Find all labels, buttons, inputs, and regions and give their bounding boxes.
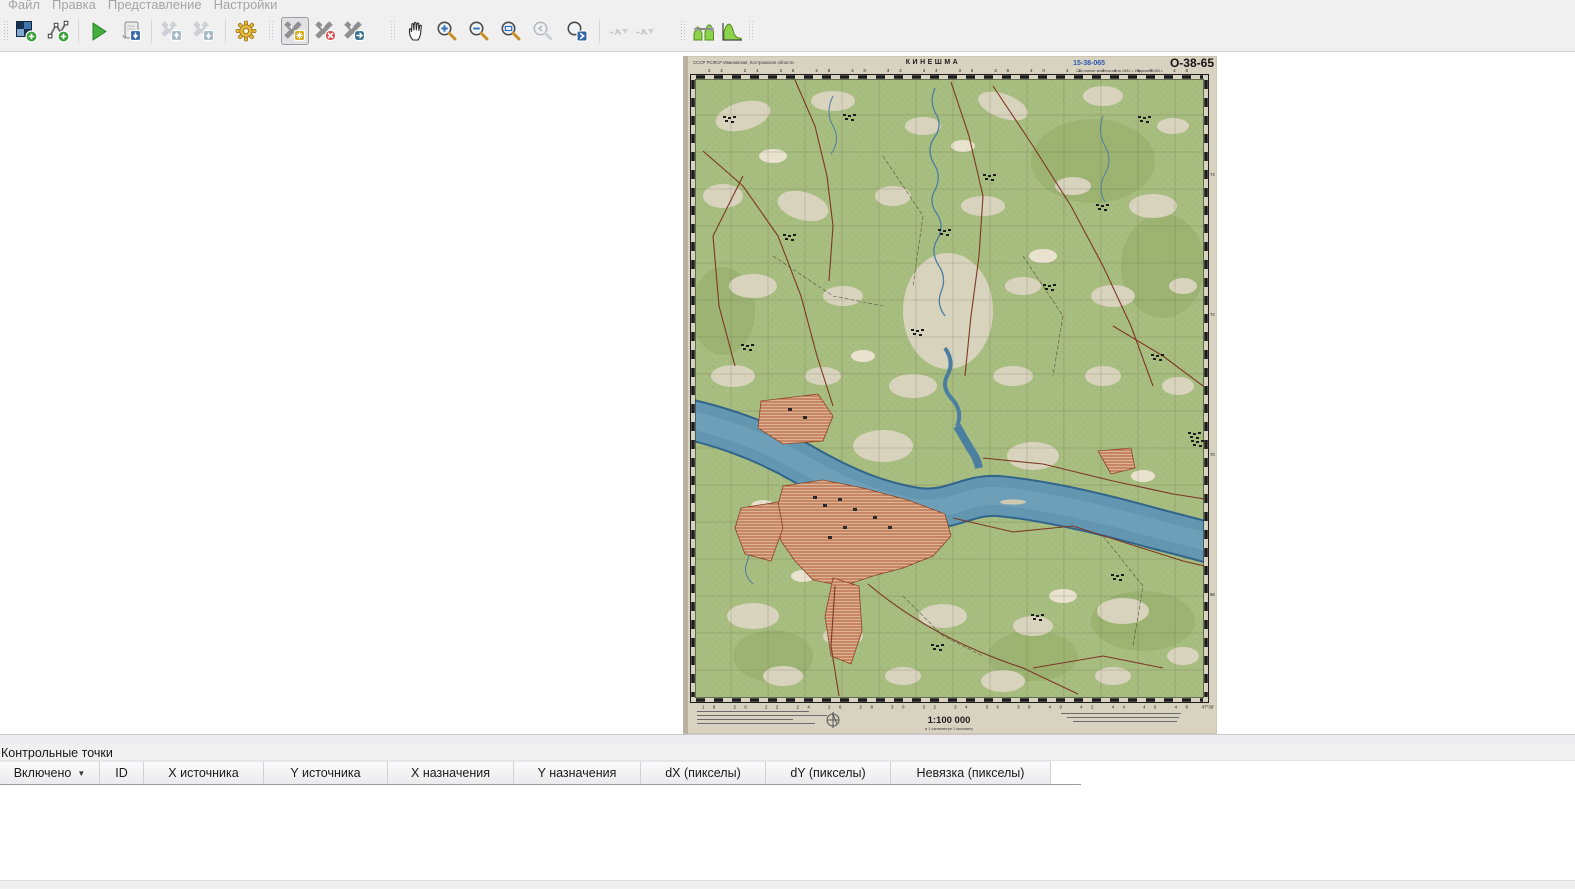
svg-text:72: 72 bbox=[1210, 312, 1215, 317]
link-georeferencer-to-qgis-button[interactable] bbox=[605, 17, 633, 45]
zoom-to-layer-icon bbox=[501, 21, 521, 41]
toolbar-grip[interactable] bbox=[268, 20, 274, 42]
column-header-id[interactable]: ID bbox=[100, 761, 144, 784]
gcp-table-header: Включено ▼ ID X источника Y источника X … bbox=[0, 761, 1575, 786]
map-canvas[interactable]: СССР РСФСР Ивановская, Костромская облас… bbox=[0, 52, 1575, 735]
toolbar-grip[interactable] bbox=[390, 20, 396, 42]
zoom-next-button[interactable] bbox=[563, 17, 591, 45]
column-header-enabled[interactable]: Включено ▼ bbox=[0, 761, 100, 784]
menu-edit[interactable]: Правка bbox=[46, 0, 102, 13]
filter-dropdown-icon[interactable]: ▼ bbox=[77, 769, 85, 778]
corner-label: 47°30' bbox=[1202, 705, 1215, 710]
pan-hand-icon bbox=[408, 21, 422, 41]
menu-file[interactable]: Файл bbox=[0, 0, 46, 13]
toolbar-separator bbox=[599, 19, 600, 43]
map-sheet-code: О-38-65 bbox=[1170, 56, 1214, 70]
add-point-icon bbox=[284, 21, 306, 42]
histogram-stretch-local-icon bbox=[693, 24, 715, 41]
canvas-dock-splitter[interactable] bbox=[0, 735, 1575, 743]
zoom-in-icon bbox=[437, 21, 457, 41]
zoom-to-layer-button[interactable] bbox=[497, 17, 525, 45]
map-scale-note: в 1 сантиметре 1 километр bbox=[925, 727, 973, 731]
toolbar-separator bbox=[225, 19, 226, 43]
column-header-dst-x[interactable]: X назначения bbox=[388, 761, 514, 784]
gdal-script-button[interactable] bbox=[117, 17, 145, 45]
pan-button[interactable] bbox=[403, 17, 431, 45]
start-georeferencing-icon bbox=[92, 22, 107, 41]
column-header-residual[interactable]: Невязка (пикселы) bbox=[891, 761, 1051, 784]
toolbar-grip[interactable] bbox=[680, 20, 686, 42]
column-header-dy[interactable]: dY (пикселы) bbox=[766, 761, 891, 784]
gcp-panel-title: Контрольные точки bbox=[0, 743, 1575, 761]
link-qgis-to-georeferencer-icon bbox=[636, 28, 654, 36]
start-georeferencing-button[interactable] bbox=[84, 17, 112, 45]
zoom-next-icon bbox=[567, 21, 588, 42]
map-header-left: СССР РСФСР Ивановская, Костромская облас… bbox=[693, 60, 794, 65]
histogram-stretch-full-icon bbox=[722, 23, 742, 41]
toolbar-separator bbox=[151, 19, 152, 43]
zoom-last-button[interactable] bbox=[529, 17, 557, 45]
column-header-src-x[interactable]: X источника bbox=[144, 761, 264, 784]
menu-bar: Файл Правка Представление Настройки bbox=[0, 0, 1575, 13]
status-bar bbox=[0, 880, 1575, 889]
svg-text:74: 74 bbox=[1210, 172, 1215, 177]
svg-text:70: 70 bbox=[1210, 452, 1215, 457]
link-georeferencer-to-qgis-icon bbox=[610, 28, 628, 36]
histogram-stretch-local-button[interactable] bbox=[691, 17, 719, 45]
raster-map-image[interactable]: СССР РСФСР Ивановская, Костромская облас… bbox=[683, 56, 1217, 734]
toolbar-grip[interactable] bbox=[748, 20, 754, 42]
open-vector-button[interactable] bbox=[44, 17, 72, 45]
toolbar-separator bbox=[78, 19, 79, 43]
zoom-out-button[interactable] bbox=[465, 17, 493, 45]
svg-text:68: 68 bbox=[1210, 592, 1215, 597]
load-gcp-points-icon bbox=[161, 21, 183, 42]
map-scale: 1:100 000 bbox=[928, 715, 971, 726]
delete-point-icon bbox=[315, 21, 337, 42]
toolbar bbox=[0, 13, 1575, 52]
toolbar-grip[interactable] bbox=[3, 20, 9, 42]
save-gcp-points-icon bbox=[193, 21, 215, 42]
gdal-script-icon bbox=[122, 21, 142, 42]
save-gcp-points-button[interactable] bbox=[190, 17, 218, 45]
link-qgis-to-georeferencer-button[interactable] bbox=[631, 17, 659, 45]
add-point-button[interactable] bbox=[281, 17, 309, 45]
zoom-in-button[interactable] bbox=[433, 17, 461, 45]
map-title: КИНЕШМА bbox=[906, 59, 960, 66]
transformation-settings-button[interactable] bbox=[232, 17, 260, 45]
georeferencer-window: Файл Правка Представление Настройки СССР… bbox=[0, 0, 1575, 889]
topo-map-kineshma: СССР РСФСР Ивановская, Костромская облас… bbox=[683, 56, 1217, 734]
open-raster-button[interactable] bbox=[12, 17, 40, 45]
zoom-out-icon bbox=[469, 21, 489, 41]
load-gcp-points-button[interactable] bbox=[158, 17, 186, 45]
move-point-button[interactable] bbox=[341, 17, 369, 45]
open-raster-icon bbox=[16, 21, 38, 43]
column-header-src-y[interactable]: Y источника bbox=[264, 761, 388, 784]
menu-view[interactable]: Представление bbox=[102, 0, 208, 13]
move-point-icon bbox=[344, 21, 366, 42]
gcp-table-body[interactable] bbox=[0, 786, 1575, 880]
zoom-last-icon bbox=[533, 21, 553, 41]
map-sheet-code-blue: 15-38-065 bbox=[1073, 60, 1105, 67]
delete-point-button[interactable] bbox=[312, 17, 340, 45]
menu-settings[interactable]: Настройки bbox=[208, 0, 284, 13]
column-header-dx[interactable]: dX (пикселы) bbox=[641, 761, 766, 784]
open-vector-icon bbox=[47, 20, 70, 43]
transformation-settings-gear-icon bbox=[235, 20, 257, 42]
column-header-dst-y[interactable]: Y назначения bbox=[514, 761, 641, 784]
histogram-stretch-full-button[interactable] bbox=[718, 17, 746, 45]
